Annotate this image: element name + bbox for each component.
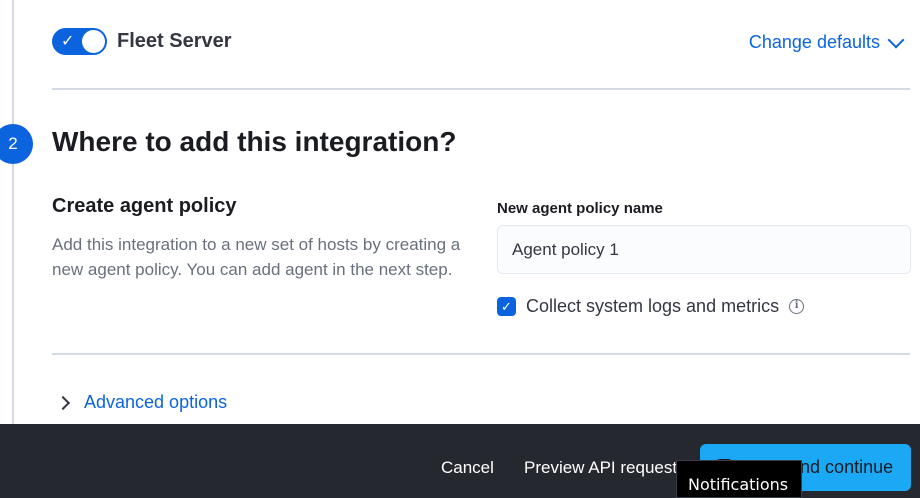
collect-logs-row: ✓ Collect system logs and metrics i: [497, 296, 805, 317]
steps-rail-lower: [12, 160, 14, 424]
create-policy-description-block: Create agent policy Add this integration…: [52, 195, 472, 282]
info-icon[interactable]: i: [789, 299, 805, 314]
chevron-down-icon: [887, 31, 905, 48]
collect-logs-label: Collect system logs and metrics: [526, 296, 780, 316]
steps-rail: [12, 0, 14, 130]
step-title: Where to add this integration?: [52, 126, 457, 157]
check-icon: ✓: [61, 33, 75, 50]
create-policy-description: Add this integration to a new set of hos…: [52, 235, 461, 279]
switch-knob: [82, 30, 105, 53]
integration-toggle-row: ✓ Fleet Server Change defaults: [52, 28, 912, 58]
create-policy-title: Create agent policy: [52, 195, 237, 217]
policy-name-label: New agent policy name: [497, 200, 663, 217]
fleet-server-label: Fleet Server: [117, 30, 232, 52]
preview-api-request-button[interactable]: Preview API request: [524, 458, 684, 478]
step-number-badge: 2: [0, 124, 33, 164]
divider: [52, 88, 910, 90]
change-defaults-link[interactable]: Change defaults: [748, 31, 905, 53]
chevron-right-icon: [55, 395, 71, 410]
cancel-button[interactable]: Cancel: [441, 458, 494, 478]
divider: [52, 353, 910, 355]
change-defaults-label: Change defaults: [748, 32, 880, 52]
policy-name-input[interactable]: [497, 225, 911, 274]
collect-logs-checkbox[interactable]: ✓: [497, 297, 516, 316]
fleet-server-switch[interactable]: ✓: [52, 28, 107, 55]
notifications-tooltip: Notifications: [676, 460, 802, 498]
advanced-options-toggle[interactable]: Advanced options: [55, 392, 228, 413]
advanced-options-label: Advanced options: [84, 392, 228, 412]
